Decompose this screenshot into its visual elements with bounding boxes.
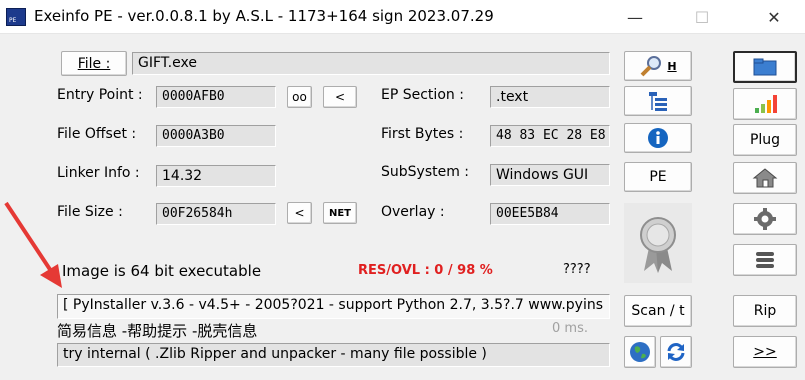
info-button[interactable] (624, 123, 692, 153)
database-button[interactable] (733, 244, 797, 276)
entry-point-field[interactable]: 0000AFB0 (156, 86, 276, 108)
file-name-field[interactable]: GIFT.exe (132, 52, 610, 75)
globe-icon (630, 342, 650, 362)
next-button-label: >> (753, 344, 777, 360)
file-size-field[interactable]: 00F26584h (156, 203, 276, 225)
overlay-field[interactable]: 00EE5B84 (490, 203, 610, 225)
signal-bars-icon (755, 95, 777, 113)
minimize-button[interactable]: — (613, 0, 657, 34)
first-bytes-field[interactable]: 48 83 EC 28 E8 (490, 125, 610, 147)
app-icon-text: PE (9, 17, 17, 24)
open-file-button[interactable] (733, 51, 797, 83)
file-button[interactable]: File : (61, 51, 127, 76)
settings-button[interactable] (733, 203, 797, 235)
stack-layers-icon (756, 252, 774, 268)
medal-icon (624, 203, 692, 283)
pe-button[interactable]: PE (624, 162, 692, 192)
file-button-label: File : (77, 55, 111, 72)
section-viewer-button[interactable] (624, 86, 692, 116)
gear-icon (754, 208, 776, 230)
globe-button[interactable] (624, 336, 656, 368)
net-button[interactable]: NET (323, 202, 357, 224)
linker-info-field[interactable]: 14.32 (156, 165, 276, 187)
plug-button-label: Plug (749, 132, 781, 148)
res-ovl-text: RES/OVL : 0 / 98 % (358, 263, 493, 278)
folder-icon (753, 58, 777, 76)
hint-field[interactable]: try internal ( .Zlib Ripper and unpacker… (57, 343, 610, 367)
linker-info-label: Linker Info : (57, 165, 140, 181)
overlay-label: Overlay : (381, 204, 445, 220)
ep-section-label: EP Section : (381, 87, 464, 103)
search-button[interactable]: H (624, 51, 692, 81)
home-icon (752, 168, 778, 188)
first-bytes-label: First Bytes : (381, 126, 464, 142)
rip-button-label: Rip (753, 303, 777, 319)
chinese-info-text: 简易信息 -帮助提示 -脱壳信息 (57, 322, 258, 340)
refresh-button[interactable] (660, 336, 692, 368)
entry-point-oo-button[interactable]: oo (287, 86, 312, 108)
detection-result-field[interactable]: [ PyInstaller v.3.6 - v4.5+ - 2005?021 -… (57, 294, 610, 319)
app-icon: PE (6, 8, 26, 26)
next-button[interactable]: >> (733, 336, 797, 368)
rip-button[interactable]: Rip (733, 295, 797, 327)
file-offset-label: File Offset : (57, 126, 137, 142)
ep-section-field[interactable]: .text (490, 86, 610, 108)
entry-point-label: Entry Point : (57, 87, 143, 103)
window-title: Exeinfo PE - ver.0.0.8.1 by A.S.L - 1173… (34, 7, 494, 25)
maximize-button[interactable]: ☐ (680, 0, 724, 34)
red-arrow-annotation (4, 201, 62, 288)
home-button[interactable] (733, 162, 797, 194)
tree-list-icon (649, 92, 667, 111)
info-icon (648, 128, 668, 148)
title-bar: PE Exeinfo PE - ver.0.0.8.1 by A.S.L - 1… (0, 0, 805, 34)
stats-button[interactable] (733, 88, 797, 120)
subsystem-label: SubSystem : (381, 164, 470, 180)
scan-button[interactable]: Scan / t (624, 295, 692, 327)
subsystem-field[interactable]: Windows GUI (490, 164, 610, 186)
file-offset-field[interactable]: 0000A3B0 (156, 125, 276, 147)
image-info-text: Image is 64 bit executable (62, 262, 262, 280)
search-button-suffix: H (667, 59, 677, 73)
close-button[interactable]: ✕ (752, 0, 796, 34)
scan-time-text: 0 ms. (552, 321, 588, 336)
refresh-icon (667, 343, 685, 361)
magnifier-icon (640, 56, 662, 77)
unknown-status-text: ???? (563, 262, 591, 277)
file-size-prev-button[interactable]: < (287, 202, 312, 224)
plug-button[interactable]: Plug (733, 124, 797, 156)
entry-point-prev-button[interactable]: < (323, 86, 357, 108)
